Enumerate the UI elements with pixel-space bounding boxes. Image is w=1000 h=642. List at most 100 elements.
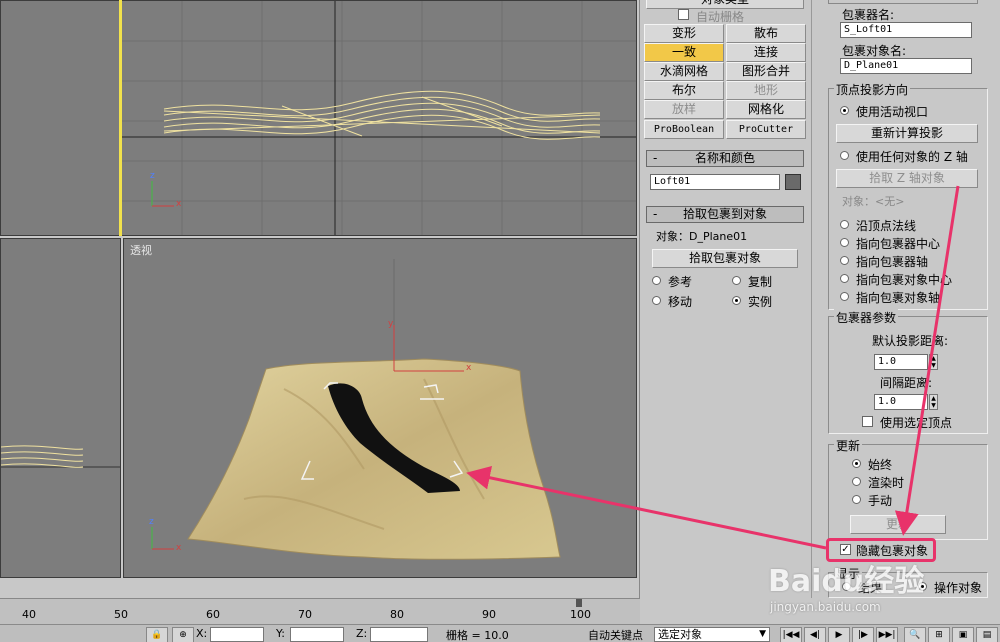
watermark-url: jingyan.baidu.com — [770, 600, 881, 614]
persp-gizmo-y-label: y — [388, 319, 394, 329]
next-frame-icon[interactable]: |▶ — [852, 627, 874, 642]
persp-axis-x-label: x — [176, 543, 182, 553]
toward-wrapper-pivot-radio[interactable] — [840, 256, 849, 265]
standoff-distance-spinner[interactable]: ▲ ▼ — [929, 394, 938, 410]
proboolean-button[interactable]: ProBoolean — [644, 120, 724, 139]
wrap-object-name-field[interactable]: D_Plane01 — [840, 58, 972, 74]
compound-panel: 对象类型 自动栅格 变形 散布 一致 连接 水滴网格 图形合并 布尔 地形 放样… — [639, 0, 809, 598]
toward-wrapper-center-label: 指向包裹器中心 — [856, 237, 941, 251]
copy-radio[interactable] — [732, 276, 741, 285]
instance-radio[interactable] — [732, 296, 741, 305]
viewport-perspective[interactable]: 透视 y x z x — [123, 238, 637, 578]
x-coord-field[interactable] — [210, 627, 264, 642]
z-coord-field[interactable] — [370, 627, 428, 642]
wrapper-name-field[interactable]: S_Loft01 — [840, 22, 972, 38]
shapemerge-button[interactable]: 图形合并 — [726, 62, 806, 81]
along-vertex-normals-label: 沿顶点法线 — [856, 219, 917, 233]
pick-object-label: 对象：D_Plane01 — [656, 230, 748, 243]
scatter-button[interactable]: 散布 — [726, 24, 806, 43]
active-viewport-border — [119, 0, 122, 236]
object-none-label: 对象：<无> — [842, 195, 905, 208]
toward-wrapper-center-radio[interactable] — [840, 238, 849, 247]
timeline-ruler[interactable]: 40 50 60 70 80 90 100 — [0, 598, 640, 624]
conform-button[interactable]: 一致 — [644, 43, 724, 62]
left-view-graphics — [1, 445, 120, 468]
time-slider-marker[interactable] — [576, 599, 582, 607]
loft-button[interactable]: 放样 — [644, 100, 724, 119]
mesher-button[interactable]: 网格化 — [726, 100, 806, 119]
move-label: 移动 — [668, 295, 693, 309]
viewport-left-top[interactable] — [0, 0, 121, 236]
always-label: 始终 — [868, 458, 893, 472]
front-view-graphics — [122, 1, 636, 235]
grid-size-text: 栅格 = 10.0 — [446, 629, 509, 642]
always-radio[interactable] — [852, 459, 861, 468]
absolute-mode-icon[interactable]: ⊕ — [172, 627, 194, 642]
zoom-extents-icon[interactable]: ▣ — [952, 627, 974, 642]
reference-radio[interactable] — [652, 276, 661, 285]
update-title: 更新 — [834, 437, 863, 454]
y-coord-field[interactable] — [290, 627, 344, 642]
use-active-viewport-radio[interactable] — [840, 106, 849, 115]
zoom-icon[interactable]: 🔍 — [904, 627, 926, 642]
toward-wrapper-pivot-label: 指向包裹器轴 — [856, 255, 929, 269]
morph-button[interactable]: 变形 — [644, 24, 724, 43]
zoom-all-icon[interactable]: ⊞ — [928, 627, 950, 642]
update-button[interactable]: 更新 — [850, 515, 946, 534]
connect-button[interactable]: 连接 — [726, 43, 806, 62]
manually-radio[interactable] — [852, 495, 861, 504]
use-any-object-z-radio[interactable] — [840, 151, 849, 160]
viewport-front[interactable]: z x — [121, 0, 637, 236]
terrain-graphics — [151, 259, 561, 560]
goto-start-icon[interactable]: |◀◀ — [780, 627, 802, 642]
use-active-viewport-label: 使用活动视口 — [856, 105, 929, 119]
baidu-watermark: Baidu经验 jingyan.baidu.com — [768, 556, 998, 628]
along-vertex-normals-radio[interactable] — [840, 220, 849, 229]
recalc-projection-button[interactable]: 重新计算投影 — [836, 124, 978, 143]
standoff-distance-field[interactable]: 1.0 — [874, 394, 928, 410]
standoff-distance-label: 间隔距离: — [880, 376, 933, 390]
default-proj-distance-label: 默认投影距离: — [872, 334, 949, 348]
selection-value: 选定对象 — [658, 628, 702, 641]
timeline-tick: 60 — [206, 608, 220, 621]
toward-wrapped-center-radio[interactable] — [840, 274, 849, 283]
auto-key-label[interactable]: 自动关键点 — [588, 627, 643, 642]
watermark-brand: Baidu经验 — [768, 564, 925, 599]
pick-wrap-object-button[interactable]: 拾取包裹对象 — [652, 249, 798, 268]
boolean-button[interactable]: 布尔 — [644, 81, 724, 100]
object-name-field[interactable]: Loft01 — [650, 174, 780, 190]
reference-label: 参考 — [668, 275, 693, 289]
default-proj-distance-spinner[interactable]: ▲ ▼ — [929, 354, 938, 370]
goto-end-icon[interactable]: ▶▶| — [876, 627, 898, 642]
auto-grid-label: 自动栅格 — [696, 10, 745, 24]
timeline-tick: 50 — [114, 608, 128, 621]
use-selected-vertices-checkbox[interactable] — [862, 416, 873, 427]
object-color-swatch[interactable] — [785, 174, 801, 190]
auto-grid-checkbox[interactable] — [678, 9, 689, 20]
name-color-title: 名称和颜色 — [694, 151, 755, 165]
zoom-extents-all-icon[interactable]: ▤ — [976, 627, 998, 642]
viewport-left-bottom[interactable] — [0, 238, 121, 578]
name-color-rollout[interactable]: - 名称和颜色 — [646, 150, 804, 167]
chevron-down-icon: ▼ — [759, 629, 766, 639]
wrapper-params-title: 包裹器参数 — [834, 309, 899, 326]
selection-dropdown[interactable]: 选定对象 ▼ — [654, 627, 770, 642]
when-rendering-radio[interactable] — [852, 477, 861, 486]
front-axis-z-label: z — [150, 171, 155, 181]
timeline-tick: 80 — [390, 608, 404, 621]
instance-label: 实例 — [748, 295, 773, 309]
move-radio[interactable] — [652, 296, 661, 305]
lock-icon[interactable]: 🔒 — [146, 627, 168, 642]
default-proj-distance-field[interactable]: 1.0 — [874, 354, 928, 370]
pick-wrap-rollout[interactable]: - 拾取包裹到对象 — [646, 206, 804, 223]
wrap-object-name-label: 包裹对象名: — [842, 44, 907, 58]
pick-z-axis-object-button[interactable]: 拾取 Z 轴对象 — [836, 169, 978, 188]
timeline-tick: 90 — [482, 608, 496, 621]
blobmesh-button[interactable]: 水滴网格 — [644, 62, 724, 81]
terrain-button[interactable]: 地形 — [726, 81, 806, 100]
procutter-button[interactable]: ProCutter — [726, 120, 806, 139]
play-icon[interactable]: ▶ — [828, 627, 850, 642]
hide-wrap-object-checkbox[interactable]: ✓ — [840, 544, 851, 555]
prev-frame-icon[interactable]: ◀| — [804, 627, 826, 642]
toward-wrapped-pivot-radio[interactable] — [840, 292, 849, 301]
